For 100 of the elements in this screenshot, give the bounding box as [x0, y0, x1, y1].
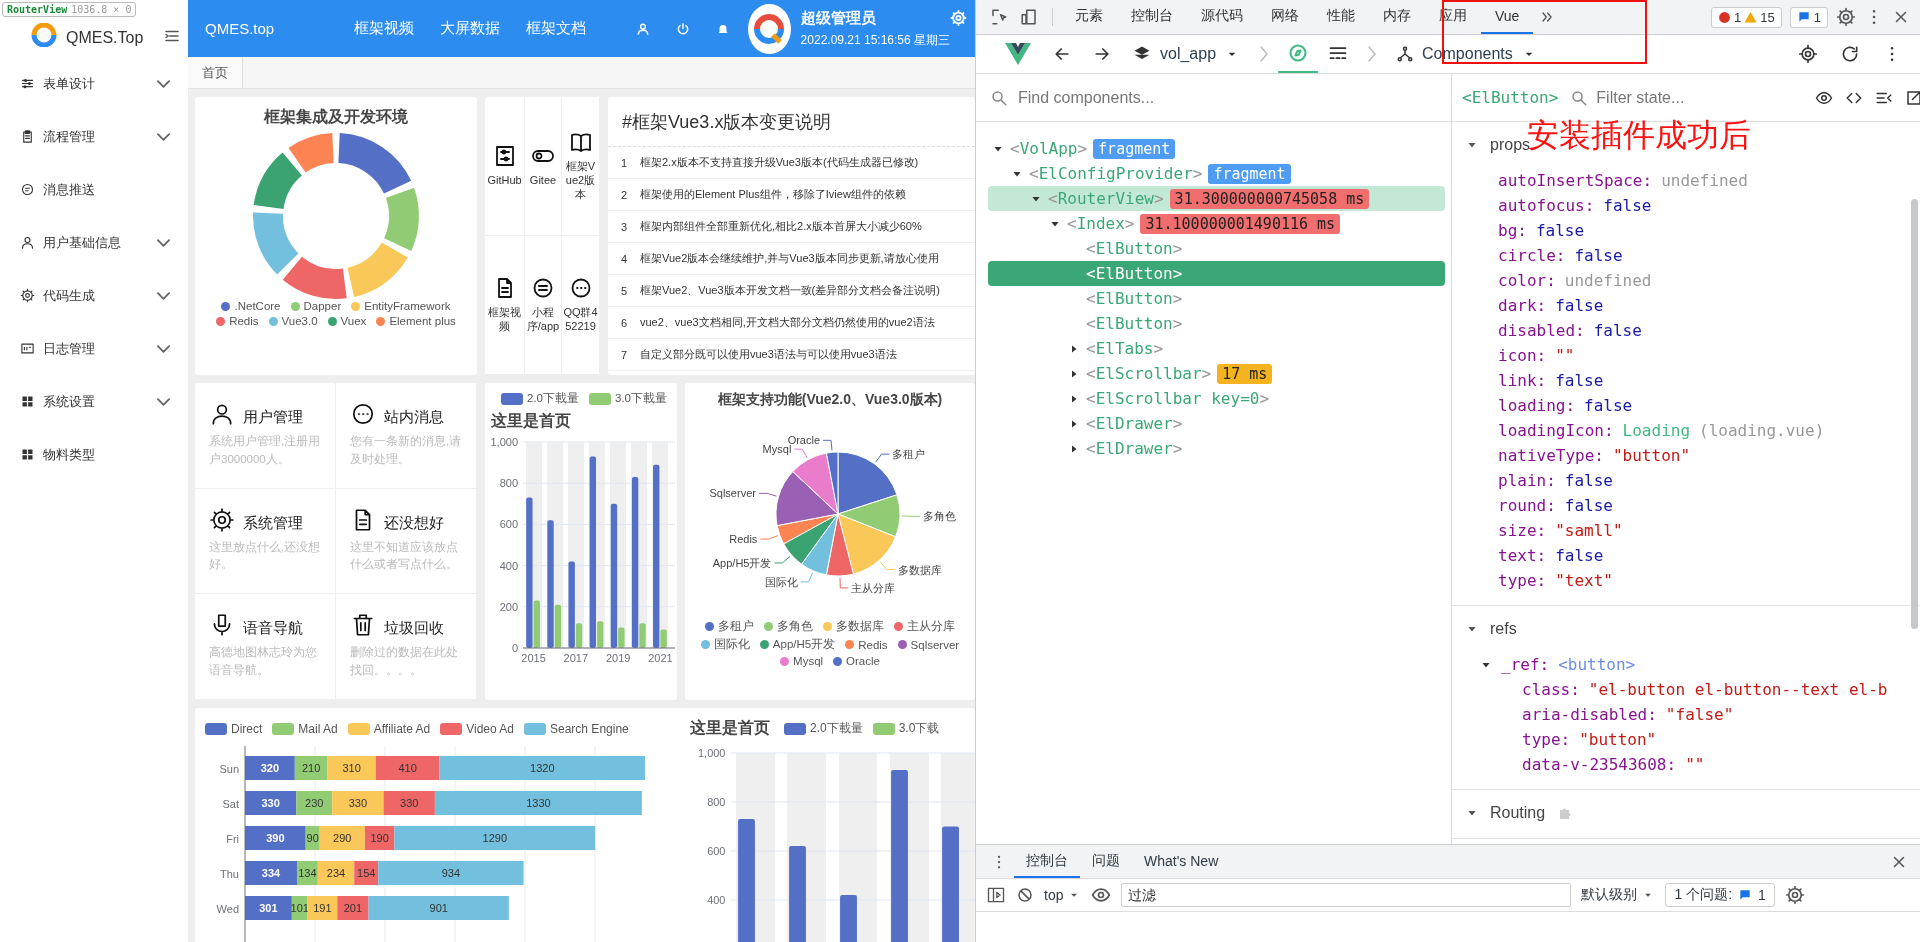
- data-label: 210: [301, 762, 321, 774]
- prop-name: aria-disabled:: [1522, 705, 1657, 724]
- chevron-right-icon: [1260, 46, 1269, 62]
- axis-label: 400: [707, 894, 726, 906]
- tree-node[interactable]: <RouterView> 31.300000000745058 ms: [988, 186, 1445, 211]
- row-number: 3: [619, 220, 629, 233]
- user-icon[interactable]: [636, 21, 651, 36]
- row-number: 1: [619, 156, 629, 169]
- link-tile[interactable]: Gitee: [525, 97, 562, 236]
- sidebar-item[interactable]: 消息推送: [0, 163, 188, 216]
- refresh-icon[interactable]: [1840, 44, 1860, 64]
- eye-icon[interactable]: [1091, 885, 1112, 905]
- sidebar-item[interactable]: 代码生成: [0, 269, 188, 322]
- settings-icon[interactable]: [950, 8, 967, 28]
- sidebar-item[interactable]: 系统设置: [0, 375, 188, 428]
- leader-line: [759, 535, 778, 540]
- filter-field[interactable]: Filter state...: [1596, 88, 1804, 107]
- changelog-text: vue2、vue3文档相同,开文档大部分文档仍然使用的vue2语法: [640, 315, 935, 330]
- feature-title[interactable]: 系统管理: [243, 513, 303, 533]
- level-selector[interactable]: 默认级别: [1581, 886, 1656, 904]
- prop-name: loadingIcon:: [1498, 421, 1614, 440]
- trash-icon: [350, 612, 376, 639]
- device-icon[interactable]: [1020, 8, 1038, 26]
- page-tab[interactable]: 首页: [188, 57, 243, 88]
- sidebar-item[interactable]: 表单设计: [0, 57, 188, 110]
- link-tile[interactable]: 框架视频: [485, 236, 525, 375]
- prop-name: loading:: [1498, 396, 1576, 415]
- drawer-tab[interactable]: 控制台: [1014, 845, 1080, 878]
- filter-field[interactable]: 过滤: [1121, 883, 1572, 907]
- feature-title[interactable]: 还没想好: [384, 513, 444, 533]
- prop-value: false: [1535, 221, 1585, 240]
- axis-label: Wed: [216, 903, 239, 915]
- devtools-tab[interactable]: 控制台: [1117, 0, 1187, 34]
- link-tile[interactable]: QQ群452219: [562, 236, 600, 375]
- devtools-tab[interactable]: Vue: [1481, 0, 1534, 34]
- feature-title[interactable]: 站内消息: [384, 408, 444, 427]
- search-field[interactable]: Find components...: [1018, 88, 1225, 107]
- vertical-scrollbar[interactable]: [1911, 199, 1918, 629]
- prop-name: link:: [1498, 371, 1547, 390]
- prop-name: color:: [1498, 271, 1556, 290]
- drawer-tab[interactable]: What's New: [1132, 845, 1231, 878]
- pie-label: 多租户: [892, 448, 925, 461]
- legend-label: Oracle: [846, 655, 880, 667]
- prop-value: "false": [1665, 705, 1734, 724]
- data-label: 234: [326, 867, 346, 879]
- prop-name: disabled:: [1498, 321, 1585, 340]
- power-icon[interactable]: [676, 21, 691, 36]
- tree-node[interactable]: <Index> 31.100000001490116 ms: [988, 211, 1445, 236]
- bar-segment: [245, 791, 297, 815]
- error-icon: [1718, 10, 1732, 24]
- devtools-tab[interactable]: 网络: [1257, 0, 1313, 34]
- sidebar-item[interactable]: 用户基础信息: [0, 216, 188, 269]
- legend-label: 主从分库: [907, 619, 955, 634]
- link-tile[interactable]: GitHub: [485, 97, 525, 236]
- section-title[interactable]: Routing: [1490, 804, 1546, 822]
- prop-name: icon:: [1498, 346, 1547, 365]
- issue-counter[interactable]: 1 15: [1711, 6, 1782, 28]
- legend-label: Mysql: [793, 655, 824, 667]
- feature-title[interactable]: 垃圾回收: [384, 619, 444, 639]
- prop-name: autofocus:: [1498, 196, 1595, 215]
- section-title[interactable]: refs: [1490, 620, 1517, 638]
- devtools-tab[interactable]: 内存: [1369, 0, 1425, 34]
- chat-dots-icon: [350, 401, 376, 427]
- devtools-tab[interactable]: 元素: [1061, 0, 1117, 34]
- axis-label: Thu: [220, 868, 239, 880]
- sidebar-icon[interactable]: [986, 885, 1006, 905]
- sidebar-item[interactable]: 流程管理: [0, 110, 188, 163]
- issues-button[interactable]: 1 个问题: 1: [1665, 883, 1775, 907]
- feature-title[interactable]: 语音导航: [243, 619, 303, 639]
- inspect-icon[interactable]: [990, 8, 1008, 26]
- data-label: 191: [313, 902, 332, 914]
- data-label: 1330: [526, 797, 551, 809]
- link-tile[interactable]: 小程序/app: [525, 236, 562, 375]
- fork-icon: [1396, 45, 1415, 63]
- app-selector[interactable]: vol_app: [1122, 35, 1251, 73]
- clear-console-icon[interactable]: [1016, 886, 1034, 904]
- tree-node[interactable]: <ElScrollbar> 17 ms: [988, 361, 1445, 386]
- legend-label: Mail Ad: [298, 722, 338, 736]
- devtools-tab[interactable]: 性能: [1313, 0, 1369, 34]
- feature-title[interactable]: 用户管理: [243, 408, 303, 427]
- link-tile[interactable]: 框架Vue2版本: [562, 97, 600, 236]
- settings-icon[interactable]: [1784, 885, 1805, 905]
- data-label: 201: [343, 902, 363, 914]
- external-link-icon[interactable]: [1905, 88, 1920, 107]
- devtools-tab[interactable]: 源代码: [1187, 0, 1257, 34]
- sidebar-item[interactable]: 物料类型: [0, 428, 188, 481]
- component-tag: <ElScrollbar key=0>: [1086, 389, 1270, 408]
- chart-title: 这里是首页: [690, 718, 770, 738]
- timing-badge: 31.100000001490116 ms: [1140, 213, 1341, 234]
- settings-icon[interactable]: [1836, 7, 1856, 27]
- target-icon[interactable]: [1798, 44, 1818, 64]
- legend-label: Affiliate Ad: [373, 722, 431, 736]
- search-icon: [990, 88, 1008, 107]
- sidebar-item[interactable]: 日志管理: [0, 322, 188, 375]
- message-counter[interactable]: 1: [1789, 6, 1828, 28]
- logo-text: QMES.Top: [66, 29, 144, 47]
- drawer-tab[interactable]: 问题: [1080, 845, 1132, 878]
- context-selector[interactable]: top: [1044, 887, 1082, 903]
- leader-line: [757, 492, 777, 497]
- axis-label: 2015: [521, 652, 546, 664]
